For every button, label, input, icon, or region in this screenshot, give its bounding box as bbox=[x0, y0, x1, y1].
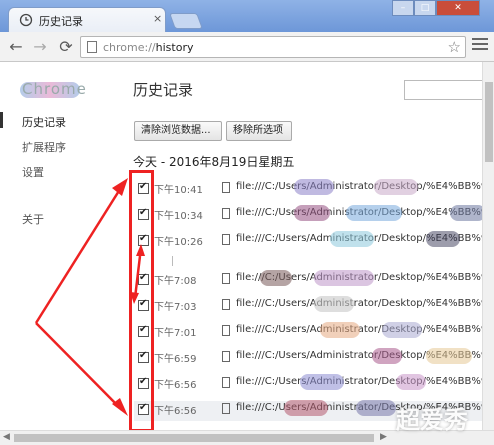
horizontal-scroll-thumb[interactable] bbox=[14, 434, 374, 442]
watermark: 超爱秀 bbox=[396, 406, 468, 434]
scroll-left-icon[interactable]: ◀ bbox=[3, 432, 10, 442]
annotation-arrows bbox=[34, 178, 145, 416]
scroll-right-icon[interactable]: ▶ bbox=[380, 432, 387, 442]
vertical-scroll-thumb[interactable] bbox=[485, 82, 493, 162]
vertical-scrollbar[interactable] bbox=[482, 62, 494, 432]
